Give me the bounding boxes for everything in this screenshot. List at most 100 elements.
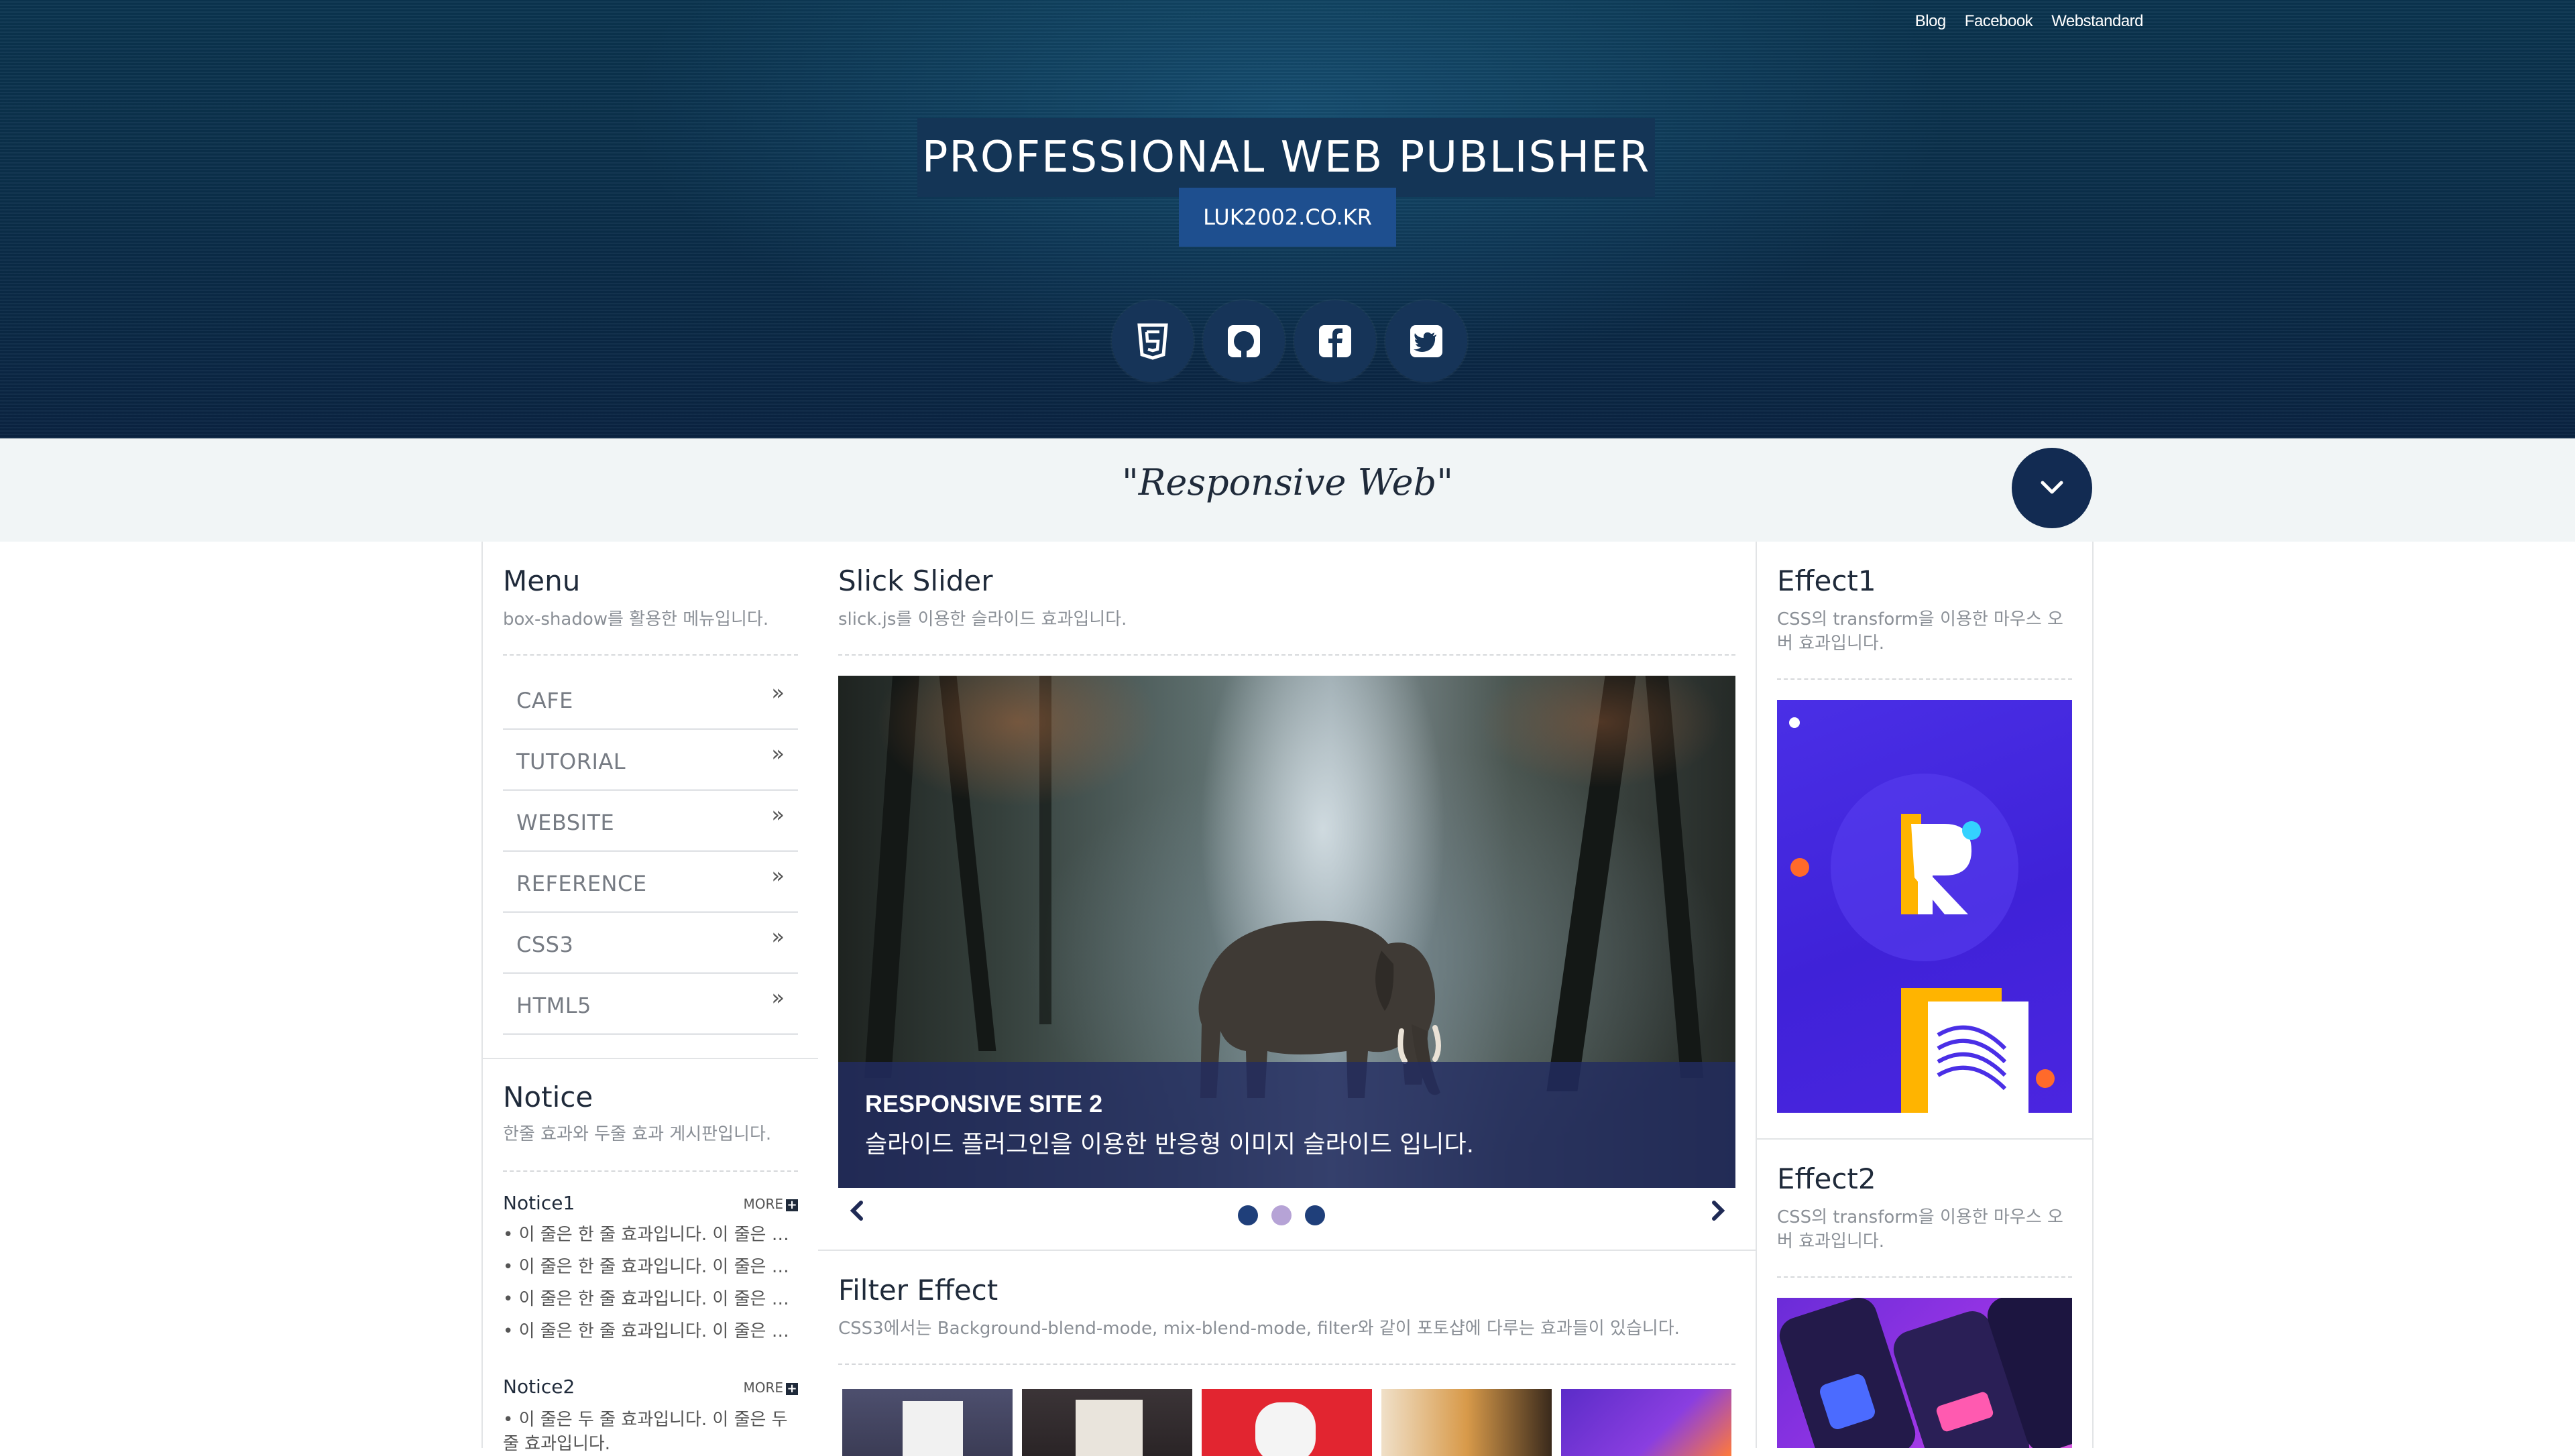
middle-column: Slick Slider slick.js를 이용한 슬라이드 효과입니다. R… (818, 542, 1757, 1456)
effect1-desc: CSS의 transform을 이용한 마우스 오버 효과입니다. (1777, 609, 2063, 654)
menu-item-css3[interactable]: CSS3 » (503, 913, 798, 973)
slider-desc: slick.js를 이용한 슬라이드 효과입니다. (838, 609, 1127, 629)
top-link-webstandard[interactable]: Webstandard (2051, 12, 2143, 31)
thumb-graphic (1076, 1400, 1143, 1456)
notice1-list: 이 줄은 한 줄 효과입니다. 이 줄은 한 줄 효과입니다. 이 줄은 한 줄… (503, 1219, 798, 1347)
filter-title: Filter Effect (838, 1274, 998, 1307)
menu-item-cafe[interactable]: CAFE » (503, 669, 798, 729)
menu-item-label: CSS3 (516, 932, 574, 957)
section-separator (818, 1250, 1756, 1251)
section-separator (1757, 1138, 2092, 1140)
filter-thumb-4[interactable] (1381, 1389, 1552, 1456)
slider-dot-1[interactable] (1238, 1205, 1258, 1225)
list-item[interactable]: 이 줄은 한 줄 효과입니다. 이 줄은 한 줄 효과입니다. (503, 1283, 798, 1315)
filter-thumb-1[interactable] (842, 1389, 1013, 1456)
more-label: MORE (743, 1196, 783, 1212)
slide-caption-desc: 슬라이드 플러그인을 이용한 반응형 이미지 슬라이드 입니다. (865, 1131, 1475, 1158)
facebook-icon (1319, 325, 1351, 357)
notice1-title: Notice1 (503, 1192, 575, 1214)
notice2-item[interactable]: • 이 줄은 두 줄 효과입니다. 이 줄은 두 줄 효과입니다. (503, 1408, 798, 1456)
effect2-artwork (1779, 1298, 2072, 1448)
chevron-left-icon (850, 1201, 863, 1221)
social-facebook[interactable] (1294, 300, 1376, 382)
filter-divider (838, 1363, 1735, 1365)
filter-thumb-3[interactable] (1202, 1389, 1372, 1456)
double-chevron-right-icon: » (771, 741, 785, 766)
menu-desc: box-shadow를 활용한 메뉴입니다. (503, 609, 769, 629)
menu-item-reference[interactable]: REFERENCE » (503, 852, 798, 912)
social-github[interactable] (1203, 300, 1285, 382)
menu-item-label: REFERENCE (516, 871, 647, 896)
filter-thumb-5[interactable] (1561, 1389, 1731, 1456)
slider-prev-button[interactable] (848, 1197, 868, 1231)
effect1-title: Effect1 (1777, 564, 1876, 597)
plus-icon: + (786, 1381, 798, 1396)
top-link-blog[interactable]: Blog (1915, 12, 1947, 31)
site-url[interactable]: LUK2002.CO.KR (1179, 188, 1396, 247)
list-item[interactable]: 이 줄은 한 줄 효과입니다. 이 줄은 한 줄 효과입니다. (503, 1219, 798, 1251)
double-chevron-right-icon: » (771, 802, 785, 827)
right-column: Effect1 CSS의 transform을 이용한 마우스 오버 효과입니다… (1757, 542, 2094, 1448)
slide-caption: RESPONSIVE SITE 2 슬라이드 플러그인을 이용한 반응형 이미지… (838, 1062, 1735, 1188)
social-html5[interactable] (1112, 300, 1194, 382)
double-chevron-right-icon: » (771, 863, 785, 888)
social-twitter[interactable] (1385, 300, 1467, 382)
slogan-bar: "Responsive Web" (0, 438, 2575, 542)
menu-item-label: CAFE (516, 688, 573, 713)
notice-desc: 한줄 효과와 두줄 효과 게시판입니다. (503, 1124, 772, 1144)
github-icon (1228, 325, 1260, 357)
left-column: Menu box-shadow를 활용한 메뉴입니다. CAFE » TUTORI… (481, 542, 819, 1454)
list-item[interactable]: 이 줄은 한 줄 효과입니다. 이 줄은 한 줄 효과입니다. (503, 1315, 798, 1347)
slider-dot-2[interactable] (1271, 1205, 1292, 1225)
slogan-text: "Responsive Web" (1121, 461, 1454, 503)
slider-image[interactable]: RESPONSIVE SITE 2 슬라이드 플러그인을 이용한 반응형 이미지… (838, 676, 1735, 1188)
filter-thumbnails (842, 1389, 1731, 1456)
scroll-down-button[interactable] (2012, 448, 2092, 528)
site-title: PROFESSIONAL WEB PUBLISHER (917, 118, 1655, 197)
effect1-artwork (1789, 717, 2055, 1113)
slider-dots (1238, 1205, 1325, 1225)
slider-dot-3[interactable] (1305, 1205, 1325, 1225)
html5-icon (1137, 323, 1168, 360)
top-nav: Blog Facebook Webstandard (1915, 12, 2144, 31)
menu-item-website[interactable]: WEBSITE » (503, 791, 798, 851)
notice2-more-link[interactable]: MORE + (743, 1380, 798, 1396)
menu-item-tutorial[interactable]: TUTORIAL » (503, 730, 798, 790)
menu-item-label: TUTORIAL (516, 749, 626, 774)
notice2-text: 이 줄은 두 줄 효과입니다. 이 줄은 두 줄 효과입니다. (503, 1410, 788, 1454)
slider-title: Slick Slider (838, 564, 993, 597)
filter-desc: CSS3에서는 Background-blend-mode, mix-blend… (838, 1319, 1680, 1339)
menu-item-html5[interactable]: HTML5 » (503, 974, 798, 1034)
chevron-down-icon (2041, 481, 2063, 494)
slider-next-button[interactable] (1707, 1197, 1727, 1231)
double-chevron-right-icon: » (771, 985, 785, 1010)
notice1-more-link[interactable]: MORE + (743, 1196, 798, 1212)
foliage (838, 676, 1735, 830)
filter-thumb-2[interactable] (1022, 1389, 1192, 1456)
notice1-header: Notice1 MORE + (503, 1192, 798, 1219)
more-label: MORE (743, 1380, 783, 1396)
effect2-title: Effect2 (1777, 1162, 1876, 1195)
twitter-icon (1410, 325, 1442, 357)
notice-title: Notice (503, 1081, 593, 1113)
chevron-right-icon (1712, 1201, 1725, 1221)
notice-divider (503, 1170, 798, 1172)
menu-divider (503, 654, 798, 656)
top-link-facebook[interactable]: Facebook (1965, 12, 2033, 31)
menu-item-label: HTML5 (516, 993, 591, 1018)
effect2-desc: CSS의 transform을 이용한 마우스 오버 효과입니다. (1777, 1207, 2063, 1252)
effect2-image[interactable] (1777, 1298, 2072, 1448)
menu-item-label: WEBSITE (516, 810, 615, 835)
effect1-image[interactable] (1777, 700, 2072, 1113)
list-item[interactable]: 이 줄은 한 줄 효과입니다. 이 줄은 한 줄 효과입니다. (503, 1251, 798, 1283)
side-menu: CAFE » TUTORIAL » WEBSITE » REFERENCE » CSS3… (503, 669, 798, 1035)
effect2-divider (1777, 1276, 2072, 1278)
slide-caption-title: RESPONSIVE SITE 2 (865, 1090, 1103, 1117)
notice2-header: Notice2 MORE + (503, 1376, 798, 1402)
plus-icon: + (786, 1197, 798, 1212)
double-chevron-right-icon: » (771, 680, 785, 705)
menu-title: Menu (503, 564, 581, 597)
social-links (1112, 300, 1467, 382)
header: Blog Facebook Webstandard PROFESSIONAL W… (0, 0, 2575, 438)
slider-divider (838, 654, 1735, 656)
